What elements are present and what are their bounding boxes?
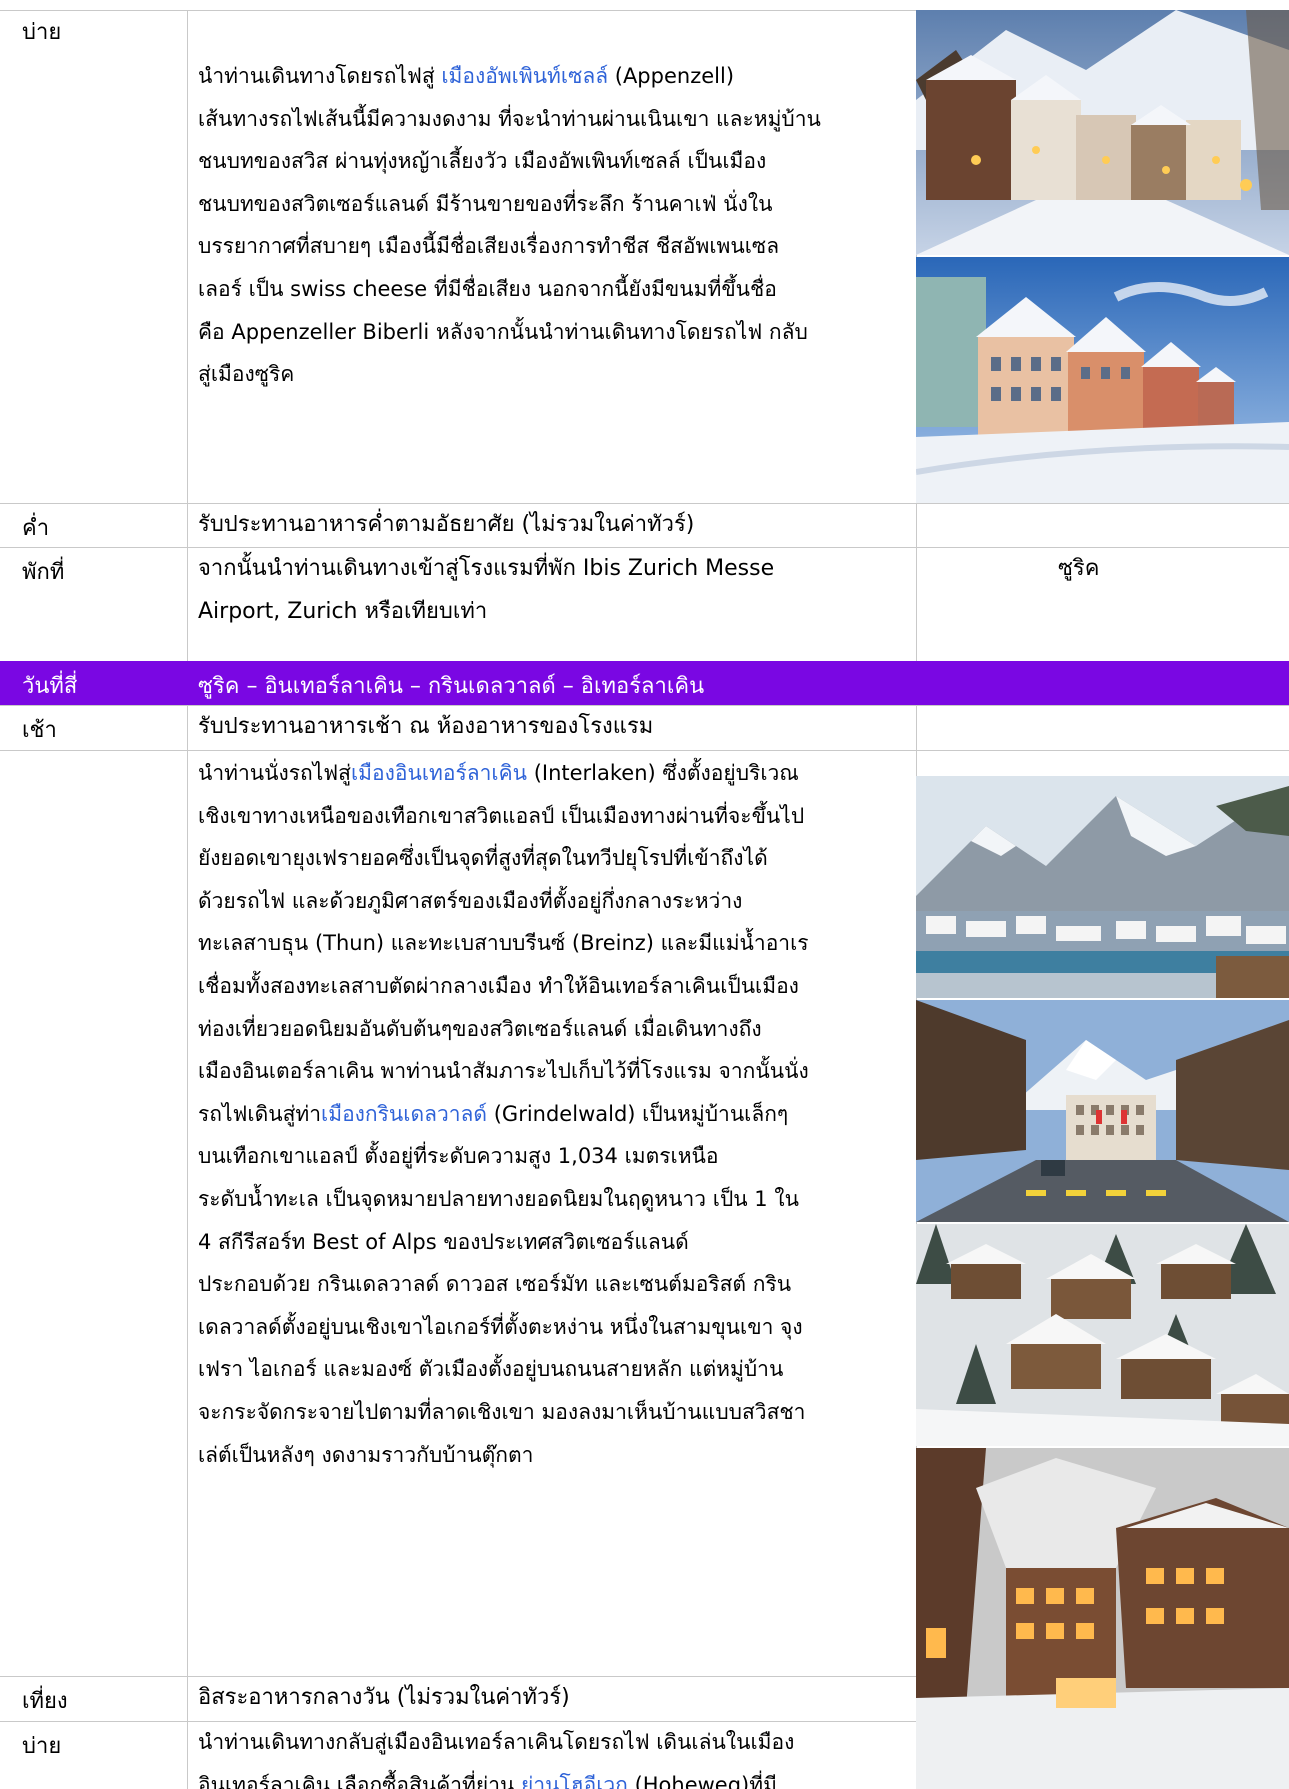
paragraph-line: ทะเลสาบธุน (Thun) และทะเบสาบบรีนซ์ (Brei…: [198, 922, 809, 965]
paragraph-line: ประกอบด้วย กรินเดลวาลด์ ดาวอส เซอร์มัท แ…: [198, 1263, 809, 1306]
row-label-dinner: ค่ำ: [22, 516, 50, 541]
paragraph-text: ทะเลสาบธุน (Thun) และทะเบสาบบรีนซ์ (Brei…: [198, 931, 809, 956]
paragraph-text: เดลวาลด์ตั้งอยู่บนเชิงเขาไอเกอร์ที่ตั้งต…: [198, 1314, 803, 1339]
day-label: วันที่สี่: [22, 674, 78, 699]
paragraph-line: เลอร์ เป็น swiss cheese ที่มีชื่อเสียง น…: [198, 268, 821, 311]
breakfast-text: รับประทานอาหารเช้า ณ ห้องอาหารของโรงแรม: [198, 714, 654, 739]
paragraph-line: ยังยอดเขายุงเฟรายอคซึ่งเป็นจุดที่สูงที่ส…: [198, 837, 809, 880]
paragraph-text: สู่เมืองซูริค: [198, 362, 295, 387]
hotel-city: ซูริค: [1058, 556, 1100, 581]
row-label-hotel: พักที่: [22, 560, 65, 585]
lunch-text: อิสระอาหารกลางวัน (ไม่รวมในค่าทัวร์): [198, 1685, 570, 1710]
paragraph-line: คือ Appenzeller Biberli หลังจากนั้นนำท่า…: [198, 311, 821, 354]
paragraph-line: เล่ต์เป็นหลังๆ งดงามราวกับบ้านตุ๊กตา: [198, 1434, 809, 1477]
hoheweg-description: นำท่านเดินทางกลับสู่เมืองอินเทอร์ลาเคินโ…: [198, 1721, 794, 1789]
paragraph-text: เชื่อมทั้งสองทะเลสาบตัดผ่ากลางเมือง ทำให…: [198, 973, 799, 998]
paragraph-text: นำท่านเดินทางกลับสู่เมืองอินเทอร์ลาเคินโ…: [198, 1730, 795, 1754]
paragraph-text: ชนบทของสวิตเซอร์แลนด์ มีร้านขายของที่ระล…: [198, 191, 773, 216]
paragraph-text: ด้วยรถไฟ และด้วยภูมิศาสตร์ของเมืองที่ตั้…: [198, 888, 743, 913]
paragraph-text: เส้นทางรถไฟเส้นนี้มีความงดงาม ที่จะนำท่า…: [198, 106, 821, 131]
paragraph-text: เมืองอินเตอร์ลาเคิน พาท่านนำสัมภาระไปเก็…: [198, 1059, 809, 1084]
interlaken-description: นำท่านนั่งรถไฟสู่เมืองอินเทอร์ลาเคิน (In…: [198, 752, 809, 1476]
row-label-afternoon: บ่าย: [22, 20, 62, 45]
paragraph-line: ชนบทของสวิตเซอร์แลนด์ มีร้านขายของที่ระล…: [198, 183, 821, 226]
day-route-title: ซูริค – อินเทอร์ลาเคิน – กรินเดลวาลด์ – …: [198, 674, 705, 699]
photo-grindelwald-evening-street: [916, 1448, 1289, 1789]
photo-interlaken-town-mountains: [916, 776, 1289, 998]
paragraph-text: ระดับน้ำทะเล เป็นจุดหมายปลายทางยอดนิยมใน…: [198, 1186, 799, 1211]
paragraph-line: เชิงเขาทางเหนือของเทือกเขาสวิตแอลป์ เป็น…: [198, 795, 809, 838]
paragraph-line: รถไฟเดินสู่ท่าเมืองกรินเดลวาลด์ (Grindel…: [198, 1093, 809, 1136]
paragraph-line: ชนบทของสวิส ผ่านทุ่งหญ้าเลี้ยงวัว เมืองอ…: [198, 140, 821, 183]
paragraph-text: คือ Appenzeller Biberli หลังจากนั้นนำท่า…: [198, 319, 808, 344]
paragraph-text: ชนบทของสวิส ผ่านทุ่งหญ้าเลี้ยงวัว เมืองอ…: [198, 149, 767, 174]
paragraph-line: บนเทือกเขาแอลป์ ตั้งอยู่ที่ระดับความสูง …: [198, 1135, 809, 1178]
paragraph-text: นำท่านนั่งรถไฟสู่: [198, 761, 351, 785]
paragraph-line: ท่องเที่ยวยอดนิยมอันดับต้นๆของสวิตเซอร์แ…: [198, 1008, 809, 1051]
paragraph-line: ด้วยรถไฟ และด้วยภูมิศาสตร์ของเมืองที่ตั้…: [198, 880, 809, 923]
paragraph-line: เส้นทางรถไฟเส้นนี้มีความงดงาม ที่จะนำท่า…: [198, 98, 821, 141]
place-link[interactable]: เมืองอัพเพินท์เซลล์: [441, 64, 608, 88]
hotel-text-line-2: Airport, Zurich หรือเทียบเท่า: [198, 599, 488, 624]
paragraph-text: (Hoheweg)ที่มี: [627, 1772, 777, 1789]
paragraph-text: รถไฟเดินสู่ท่า: [198, 1101, 322, 1126]
paragraph-text: (Interlaken) ซึ่งตั้งอยู่บริเวณ: [527, 761, 799, 785]
paragraph-line: อินเทอร์ลาเคิน เลือกซื้อสินค้าที่ย่าน ย่…: [198, 1764, 794, 1789]
paragraph-line: เมืองอินเตอร์ลาเคิน พาท่านนำสัมภาระไปเก็…: [198, 1050, 809, 1093]
paragraph-text: บนเทือกเขาแอลป์ ตั้งอยู่ที่ระดับความสูง …: [198, 1144, 719, 1169]
place-link[interactable]: เมืองกรินเดลวาลด์: [321, 1102, 487, 1126]
row-label-lunch: เที่ยง: [22, 1689, 68, 1714]
paragraph-text: 4 สกีรีสอร์ท Best of Alps ของประเทศสวิตเ…: [198, 1229, 689, 1254]
column-divider: [187, 10, 188, 1789]
paragraph-text: ประกอบด้วย กรินเดลวาลด์ ดาวอส เซอร์มัท แ…: [198, 1272, 792, 1297]
hotel-text-line-1: จากนั้นนำท่านเดินทางเข้าสู่โรงแรมที่พัก …: [198, 556, 775, 581]
paragraph-text: บรรยากาศที่สบายๆ เมืองนี้มีชื่อเสียงเรื่…: [198, 234, 780, 259]
photo-interlaken-street: [916, 1000, 1289, 1222]
paragraph-text: เลอร์ เป็น swiss cheese ที่มีชื่อเสียง น…: [198, 276, 777, 301]
paragraph-text: (Grindelwald) เป็นหมู่บ้านเล็กๆ: [487, 1101, 789, 1126]
paragraph-line: ระดับน้ำทะเล เป็นจุดหมายปลายทางยอดนิยมใน…: [198, 1178, 809, 1221]
photo-appenzell-winter-street: [916, 10, 1289, 255]
paragraph-line: 4 สกีรีสอร์ท Best of Alps ของประเทศสวิตเ…: [198, 1221, 809, 1264]
photo-grindelwald-chalets-snow: [916, 1224, 1289, 1446]
paragraph-line: นำท่านเดินทางโดยรถไฟสู่ เมืองอัพเพินท์เซ…: [198, 55, 821, 98]
paragraph-text: จะกระจัดกระจายไปตามที่ลาดเชิงเขา มองลงมา…: [198, 1399, 806, 1424]
paragraph-line: นำท่านเดินทางกลับสู่เมืองอินเทอร์ลาเคินโ…: [198, 1721, 794, 1764]
row-label-afternoon-2: บ่าย: [22, 1734, 62, 1759]
paragraph-text: นำท่านเดินทางโดยรถไฟสู่: [198, 64, 442, 88]
appenzell-description: นำท่านเดินทางโดยรถไฟสู่ เมืองอัพเพินท์เซ…: [198, 55, 821, 396]
paragraph-text: เฟรา ไอเกอร์ และมองซ์ ตัวเมืองตั้งอยู่บน…: [198, 1357, 784, 1382]
dinner-text: รับประทานอาหารค่ำตามอัธยาศัย (ไม่รวมในค่…: [198, 512, 695, 537]
paragraph-line: จะกระจัดกระจายไปตามที่ลาดเชิงเขา มองลงมา…: [198, 1391, 809, 1434]
place-link[interactable]: ย่านโฮอีเวก: [521, 1773, 628, 1789]
place-link[interactable]: เมืองอินเทอร์ลาเคิน: [351, 761, 527, 785]
paragraph-line: บรรยากาศที่สบายๆ เมืองนี้มีชื่อเสียงเรื่…: [198, 225, 821, 268]
paragraph-line: เฟรา ไอเกอร์ และมองซ์ ตัวเมืองตั้งอยู่บน…: [198, 1348, 809, 1391]
paragraph-text: ยังยอดเขายุงเฟรายอคซึ่งเป็นจุดที่สูงที่ส…: [198, 846, 768, 871]
paragraph-text: ท่องเที่ยวยอดนิยมอันดับต้นๆของสวิตเซอร์แ…: [198, 1016, 762, 1041]
photo-appenzell-houses-snow: [916, 257, 1289, 503]
paragraph-line: นำท่านนั่งรถไฟสู่เมืองอินเทอร์ลาเคิน (In…: [198, 752, 809, 795]
paragraph-line: เดลวาลด์ตั้งอยู่บนเชิงเขาไอเกอร์ที่ตั้งต…: [198, 1306, 809, 1349]
row-divider: [0, 750, 1289, 751]
row-label-breakfast: เช้า: [22, 718, 57, 743]
paragraph-text: (Appenzell): [608, 64, 735, 88]
paragraph-text: อินเทอร์ลาเคิน เลือกซื้อสินค้าที่ย่าน: [198, 1772, 522, 1789]
paragraph-line: เชื่อมทั้งสองทะเลสาบตัดผ่ากลางเมือง ทำให…: [198, 965, 809, 1008]
paragraph-text: เชิงเขาทางเหนือของเทือกเขาสวิตแอลป์ เป็น…: [198, 803, 805, 828]
day-header-bar: วันที่สี่ ซูริค – อินเทอร์ลาเคิน – กรินเ…: [0, 661, 1289, 705]
paragraph-text: เล่ต์เป็นหลังๆ งดงามราวกับบ้านตุ๊กตา: [198, 1442, 534, 1467]
paragraph-line: สู่เมืองซูริค: [198, 353, 821, 396]
